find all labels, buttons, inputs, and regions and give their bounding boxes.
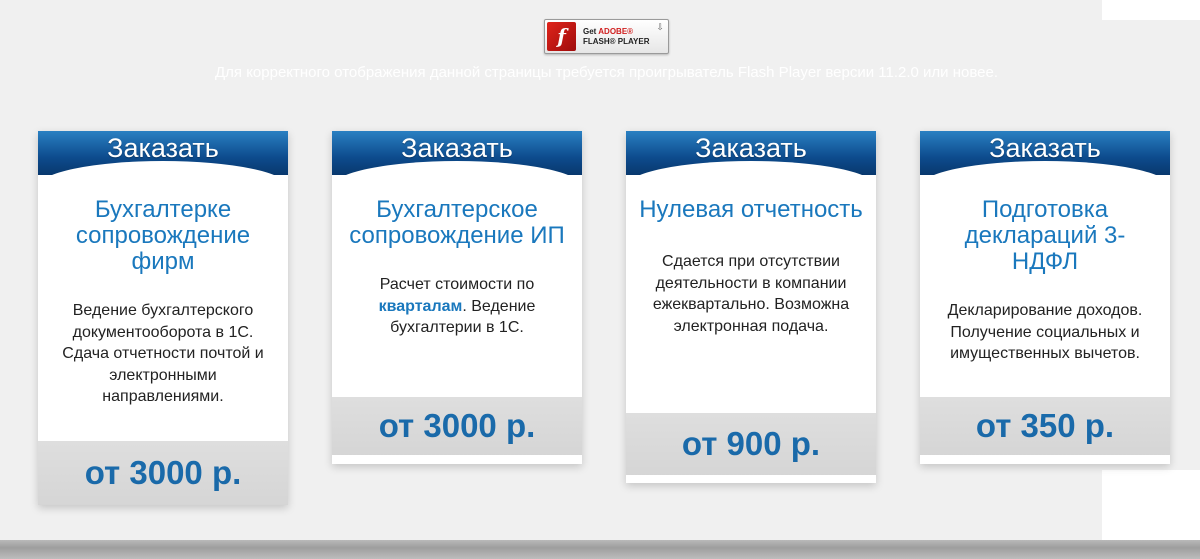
card-description-part: Расчет стоимости по [379,276,535,293]
price-label: от 900 р. [626,413,876,475]
service-card-3ndfl: Заказать Подготовка деклараций 3-НДФЛ Де… [920,131,1170,464]
quarters-link[interactable]: кварталам [379,298,463,315]
download-arrow-icon: ⇩ [656,22,664,32]
price-label: от 3000 р. [332,397,582,455]
flash-badge-adobe: ADOBE® [598,27,634,36]
service-card-ip-accounting: Заказать Бухгалтерское сопровождение ИП … [332,131,582,464]
card-title: Нулевая отчетность [639,196,863,223]
card-description: Сдается при отсутствии деятельности в ко… [652,253,850,335]
card-description: Расчет стоимости по кварталам. Ведение б… [346,274,568,339]
card-title: Подготовка деклараций 3-НДФЛ [964,196,1126,275]
flash-badge-product: FLASH® PLAYER [583,37,650,46]
order-button[interactable]: Заказать [38,131,288,165]
flash-badge-text: Get ADOBE® FLASH® PLAYER [583,27,650,47]
order-button[interactable]: Заказать [626,131,876,165]
card-title: Бухгалтерке сопровождение фирм [75,196,251,275]
service-card-zero-reporting: Заказать Нулевая отчетность Сдается при … [626,131,876,483]
card-header: Заказать [38,131,288,187]
card-description: Ведение бухгалтерского документооборота … [62,302,264,405]
order-button[interactable]: Заказать [920,131,1170,165]
flash-logo-icon: f [547,22,576,51]
card-title: Бухгалтерское сопровождение ИП [349,196,565,249]
bottom-bar [0,540,1200,559]
service-card-firm-accounting: Заказать Бухгалтерке сопровождение фирм … [38,131,288,505]
flash-badge-get: Get [583,27,597,36]
card-header: Заказать [626,131,876,187]
order-button[interactable]: Заказать [332,131,582,165]
price-label: от 350 р. [920,397,1170,455]
card-description: Декларирование доходов. Получение социал… [947,302,1143,362]
card-header: Заказать [920,131,1170,187]
card-header: Заказать [332,131,582,187]
flash-notice: Для корректного отображения данной стран… [215,64,998,81]
get-flash-player-button[interactable]: f Get ADOBE® FLASH® PLAYER ⇩ [544,19,669,54]
price-label: от 3000 р. [38,441,288,505]
